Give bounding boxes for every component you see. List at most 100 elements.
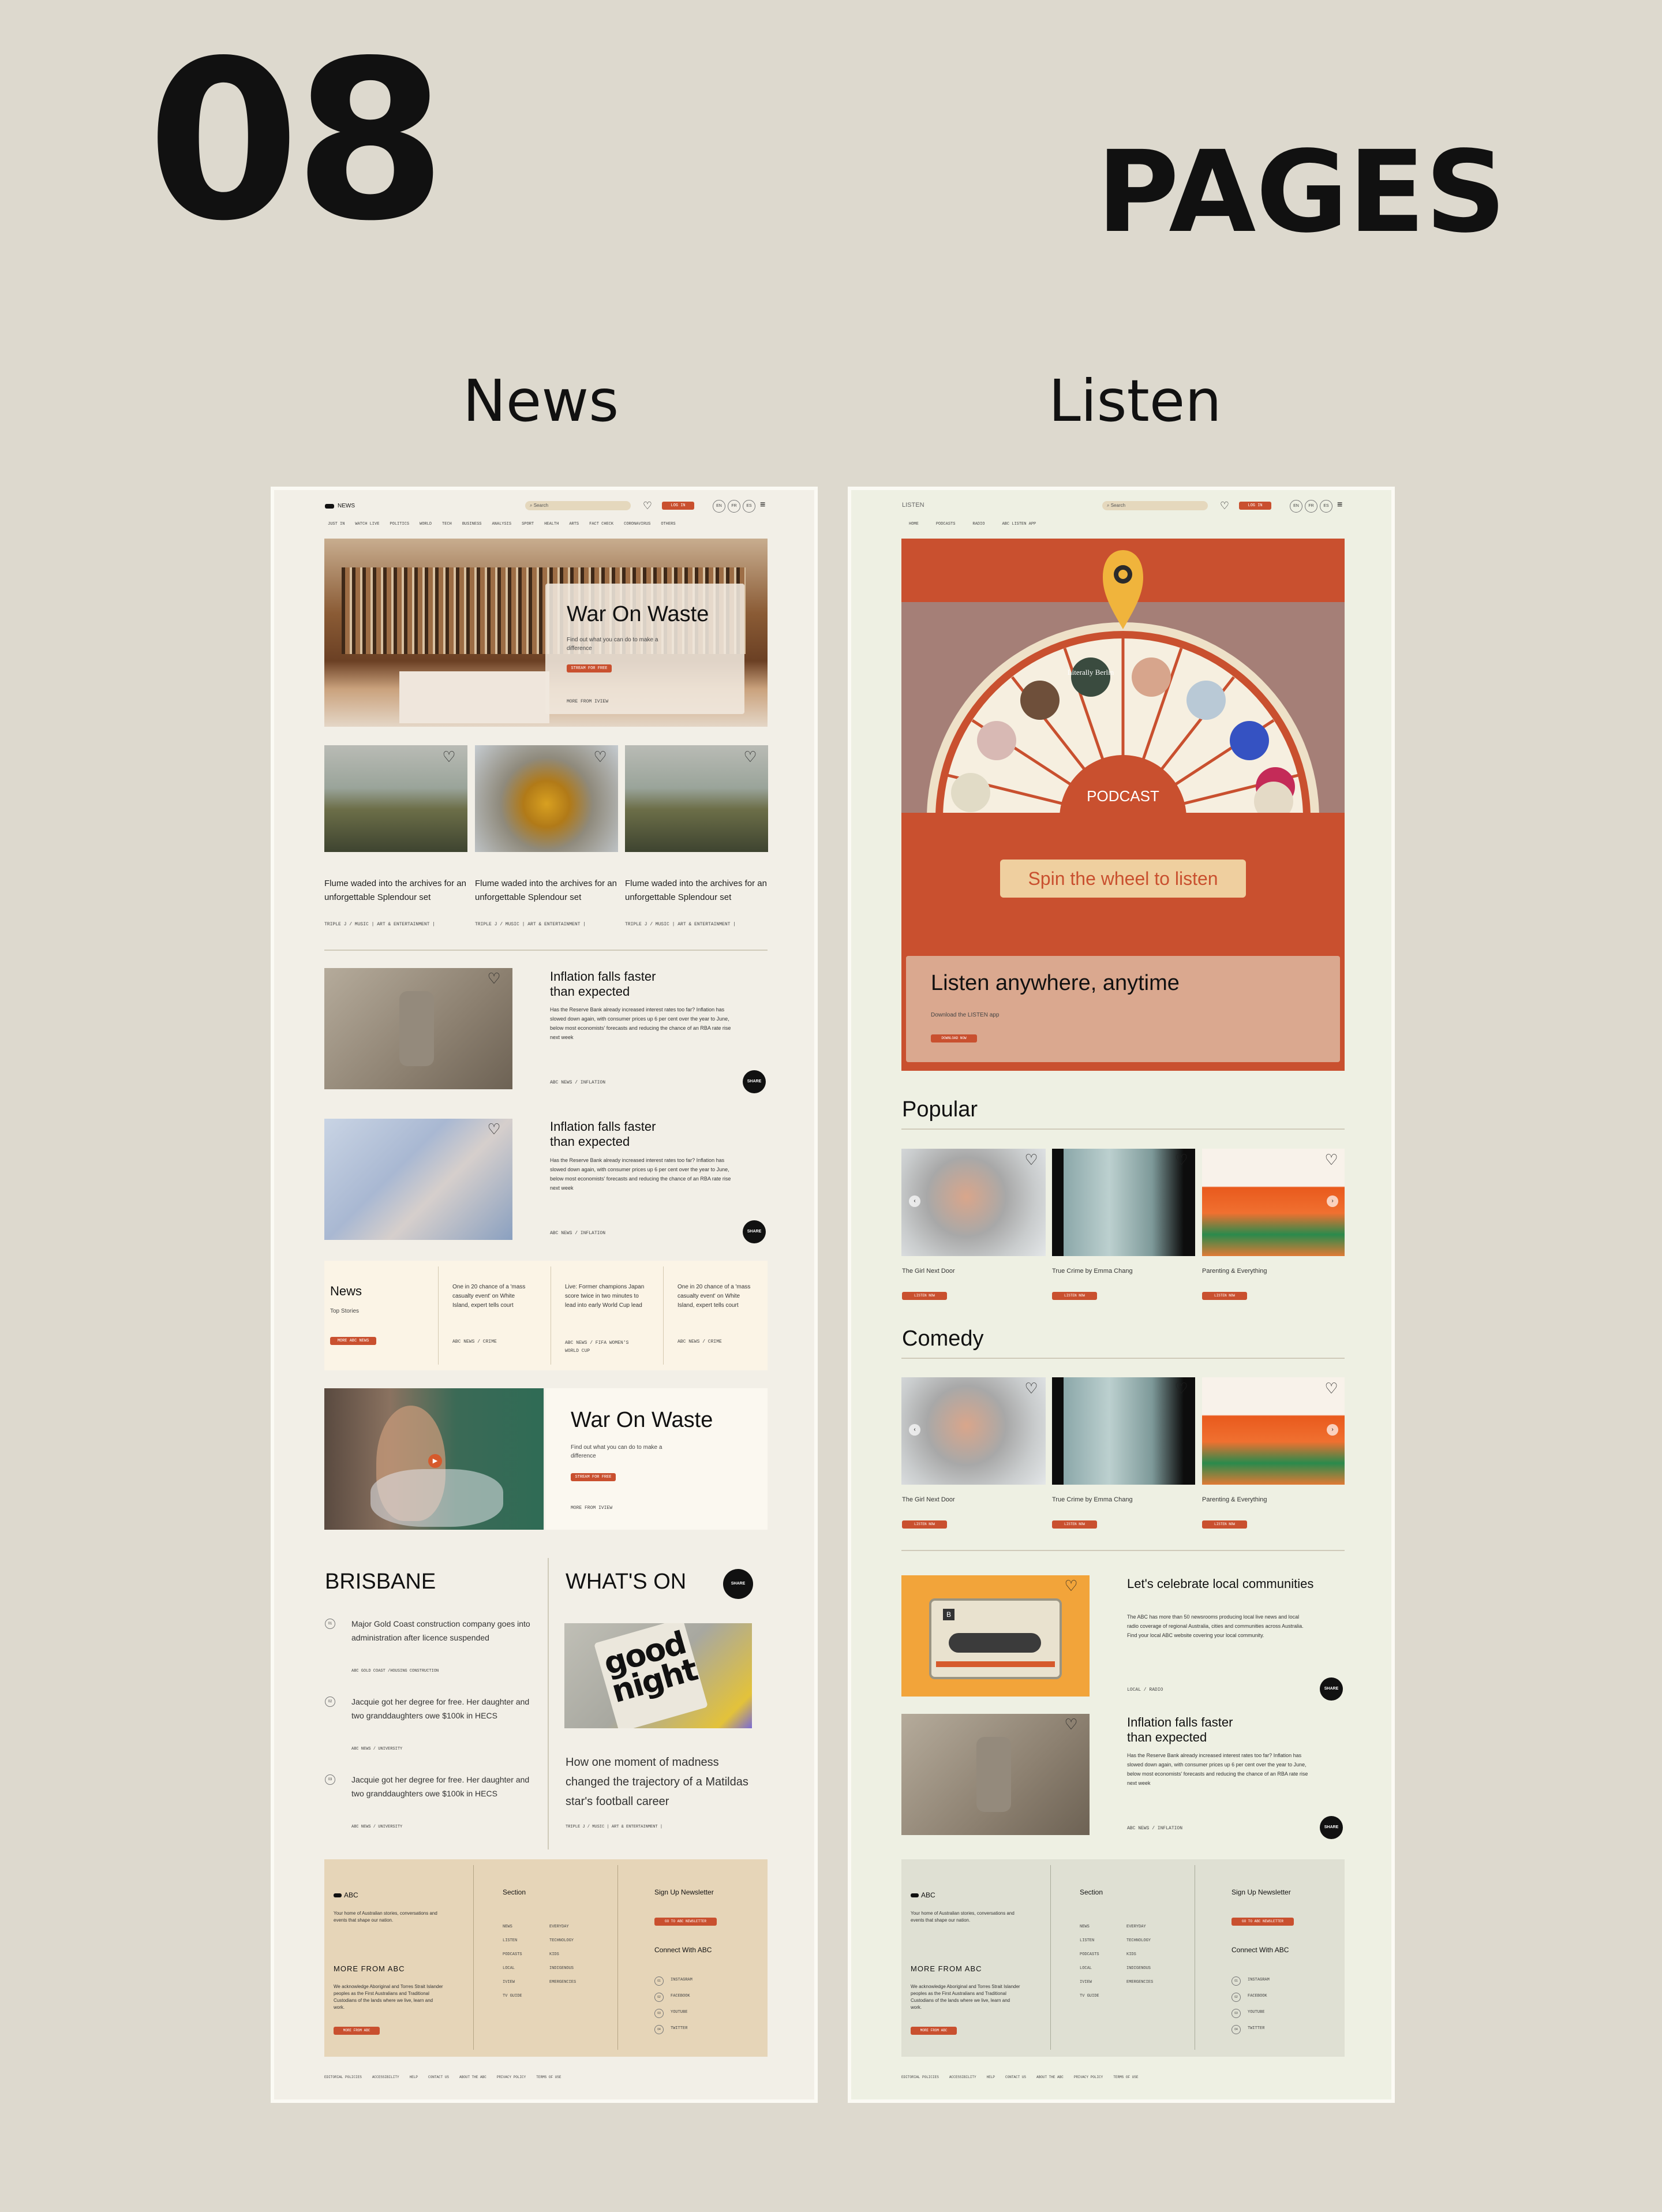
lang-es[interactable]: ES — [743, 500, 755, 513]
podcast-title[interactable]: The Girl Next Door — [902, 1266, 955, 1276]
footer-more-button[interactable]: MORE FROM ABC — [911, 2027, 957, 2035]
nav-just-in[interactable]: JUST IN — [328, 522, 345, 526]
heart-icon[interactable]: ♡ — [1173, 1152, 1190, 1168]
hero-image[interactable]: War On Waste Find out what you can do to… — [324, 539, 768, 727]
more-from-iview-link[interactable]: MORE FROM IVIEW — [567, 699, 608, 704]
footer-link[interactable]: PODCASTS — [503, 1948, 522, 1961]
login-button[interactable]: LOG IN — [1239, 502, 1271, 510]
social-link-youtube[interactable]: YOUTUBE — [671, 2010, 687, 2015]
footer-bottom-link[interactable]: HELP — [987, 2075, 995, 2079]
podcast-cover[interactable] — [1020, 681, 1060, 720]
footer-link[interactable]: EMERGENCIES — [1126, 1975, 1153, 1989]
lang-es[interactable]: ES — [1320, 500, 1332, 513]
nav-world[interactable]: WORLD — [420, 522, 432, 526]
menu-icon[interactable]: ≡ — [1337, 500, 1342, 510]
top-story-item[interactable]: One in 20 chance of a 'mass casualty eve… — [452, 1283, 533, 1310]
footer-link[interactable]: LOCAL — [503, 1961, 515, 1975]
nav-sport[interactable]: SPORT — [522, 522, 534, 526]
article-title[interactable]: Inflation falls faster than expected — [550, 1119, 683, 1150]
newsletter-button[interactable]: GO TO ABC NEWSLETTER — [654, 1918, 717, 1926]
nav-politics[interactable]: POLITICS — [390, 522, 409, 526]
footer-bottom-link[interactable]: HELP — [410, 2075, 418, 2079]
whats-on-text[interactable]: How one moment of madness changed the tr… — [566, 1753, 756, 1811]
podcast-title[interactable]: The Girl Next Door — [902, 1495, 955, 1504]
footer-bottom-link[interactable]: ACCESSIBILITY — [372, 2075, 399, 2079]
carousel-next-icon[interactable]: › — [1327, 1424, 1338, 1436]
lang-fr[interactable]: FR — [1305, 500, 1317, 513]
footer-link[interactable]: EVERYDAY — [1126, 1920, 1146, 1934]
search-input[interactable]: ⌕ Search — [1102, 501, 1208, 510]
social-link-youtube[interactable]: YOUTUBE — [1248, 2010, 1264, 2015]
more-from-iview-link[interactable]: MORE FROM IVIEW — [571, 1505, 612, 1511]
nav-business[interactable]: BUSINESS — [462, 522, 482, 526]
footer-link[interactable]: EMERGENCIES — [549, 1975, 576, 1989]
social-link-instagram[interactable]: INSTAGRAM — [1248, 1978, 1270, 1982]
footer-more-button[interactable]: MORE FROM ABC — [334, 2027, 380, 2035]
nav-listen-app[interactable]: ABC LISTEN APP — [1002, 522, 1036, 526]
lang-en[interactable]: EN — [1290, 500, 1302, 513]
footer-link[interactable]: LISTEN — [503, 1934, 517, 1948]
footer-bottom-link[interactable]: EDITORIAL POLICIES — [324, 2075, 362, 2079]
share-button[interactable]: SHARE — [1320, 1677, 1343, 1701]
download-button[interactable]: DOWNLOAD NOW — [931, 1034, 977, 1043]
footer-bottom-link[interactable]: PRIVACY POLICY — [1074, 2075, 1103, 2079]
top-story-item[interactable]: One in 20 chance of a 'mass casualty eve… — [677, 1283, 758, 1310]
nav-radio[interactable]: RADIO — [972, 522, 985, 526]
heart-icon[interactable]: ♡ — [485, 970, 503, 987]
nav-podcasts[interactable]: PODCASTS — [936, 522, 956, 526]
footer-link[interactable]: INDIGENOUS — [549, 1961, 574, 1975]
brisbane-item[interactable]: Jacquie got her degree for free. Her dau… — [351, 1773, 530, 1800]
footer-link[interactable]: PODCASTS — [1080, 1948, 1099, 1961]
footer-link[interactable]: TV GUIDE — [1080, 1989, 1099, 2003]
nav-tech[interactable]: TECH — [442, 522, 452, 526]
top-story-item[interactable]: Live: Former champions Japan score twice… — [565, 1283, 646, 1310]
podcast-cover[interactable] — [1186, 681, 1226, 720]
listen-now-button[interactable]: LISTEN NOW — [902, 1520, 947, 1529]
login-button[interactable]: LOG IN — [662, 502, 694, 510]
nav-arts[interactable]: ARTS — [569, 522, 579, 526]
news-logo[interactable]: NEWS — [325, 503, 355, 509]
podcast-title[interactable]: True Crime by Emma Chang — [1052, 1266, 1133, 1276]
footer-link[interactable]: IVIEW — [503, 1975, 515, 1989]
lang-en[interactable]: EN — [713, 500, 725, 513]
heart-icon[interactable]: ♡ — [1216, 498, 1233, 514]
article-image[interactable] — [901, 1714, 1090, 1835]
footer-link[interactable]: TV GUIDE — [503, 1989, 522, 2003]
heart-icon[interactable]: ♡ — [1323, 1152, 1340, 1168]
footer-bottom-link[interactable]: PRIVACY POLICY — [497, 2075, 526, 2079]
heart-icon[interactable]: ♡ — [592, 749, 609, 765]
listen-now-button[interactable]: LISTEN NOW — [902, 1292, 947, 1300]
footer-link[interactable]: TECHNOLOGY — [1126, 1934, 1151, 1948]
heart-icon[interactable]: ♡ — [1062, 1716, 1080, 1732]
whats-on-image[interactable]: good night — [564, 1623, 752, 1728]
play-icon[interactable]: ▶ — [428, 1454, 442, 1468]
footer-bottom-link[interactable]: TERMS OF USE — [1113, 2075, 1138, 2079]
stream-button[interactable]: STREAM FOR FREE — [567, 664, 612, 672]
footer-link[interactable]: EVERYDAY — [549, 1920, 569, 1934]
carousel-prev-icon[interactable]: ‹ — [909, 1424, 920, 1436]
article-title[interactable]: Let's celebrate local communities — [1127, 1576, 1317, 1591]
footer-bottom-link[interactable]: CONTACT US — [428, 2075, 449, 2079]
social-link-instagram[interactable]: INSTAGRAM — [671, 1978, 692, 1982]
footer-bottom-link[interactable]: ABOUT THE ABC — [1036, 2075, 1064, 2079]
nav-watch-live[interactable]: WATCH LIVE — [355, 522, 379, 526]
nav-fact-check[interactable]: FACT CHECK — [589, 522, 613, 526]
video-thumbnail[interactable]: ▶ — [324, 1388, 544, 1530]
podcast-wheel[interactable]: Literally Berlin PODCAST — [924, 602, 1322, 813]
footer-link[interactable]: INDIGENOUS — [1126, 1961, 1151, 1975]
nav-health[interactable]: HEALTH — [544, 522, 559, 526]
social-link-facebook[interactable]: FACEBOOK — [1248, 1994, 1267, 1998]
footer-link[interactable]: LISTEN — [1080, 1934, 1094, 1948]
footer-bottom-link[interactable]: CONTACT US — [1005, 2075, 1026, 2079]
footer-link[interactable]: KIDS — [1126, 1948, 1136, 1961]
footer-link[interactable]: IVIEW — [1080, 1975, 1092, 1989]
podcast-cover[interactable] — [1071, 657, 1110, 697]
nav-others[interactable]: OTHERS — [661, 522, 675, 526]
footer-link[interactable]: LOCAL — [1080, 1961, 1092, 1975]
lang-fr[interactable]: FR — [728, 500, 740, 513]
footer-bottom-link[interactable]: EDITORIAL POLICIES — [901, 2075, 939, 2079]
footer-link[interactable]: NEWS — [503, 1920, 512, 1934]
heart-icon[interactable]: ♡ — [1173, 1380, 1190, 1396]
social-link-facebook[interactable]: FACEBOOK — [671, 1994, 690, 1998]
heart-icon[interactable]: ♡ — [639, 498, 656, 514]
